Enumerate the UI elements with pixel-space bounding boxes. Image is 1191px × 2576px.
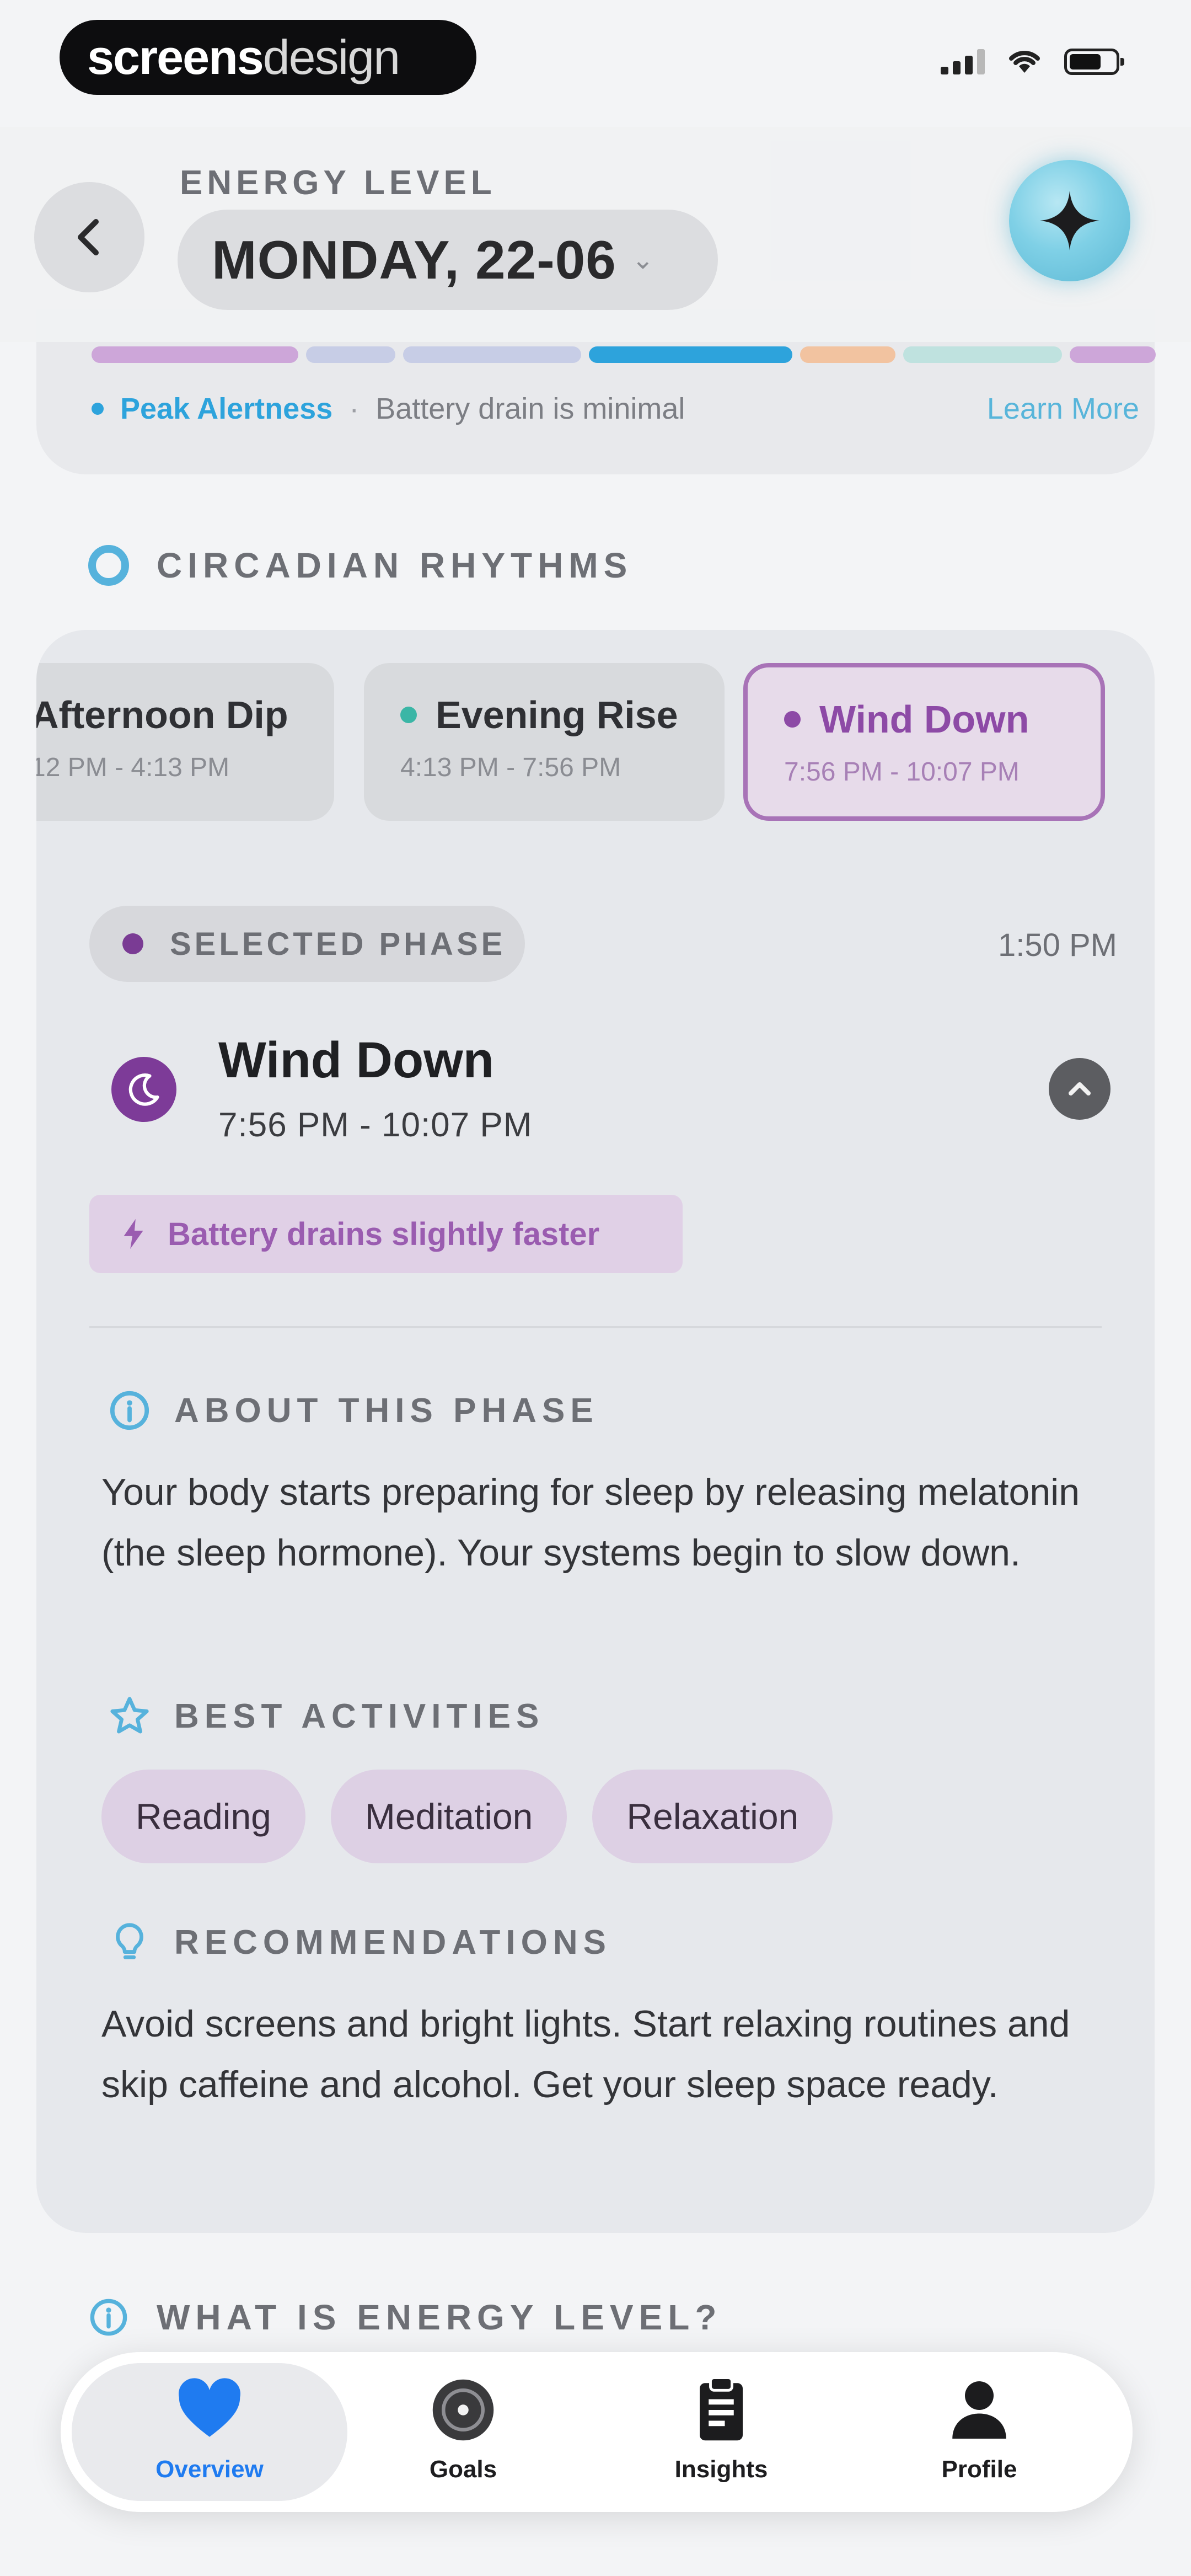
about-phase-text: Your body starts preparing for sleep by … xyxy=(101,1471,1080,1574)
phase-chip-name: Afternoon Dip xyxy=(36,693,288,736)
phase-chip-time: 7:56 PM - 10:07 PM xyxy=(784,757,1020,787)
tab-profile[interactable]: Profile xyxy=(880,2374,1079,2495)
drain-tag-text: Battery drains slightly faster xyxy=(168,1216,600,1252)
tab-insights[interactable]: Insights xyxy=(622,2374,820,2495)
badge-dot xyxy=(122,933,143,954)
energy-segment xyxy=(1070,346,1156,363)
header: ENERGY LEVEL MONDAY, 22-06 ⌄ xyxy=(0,127,1191,342)
energy-timeline-bar xyxy=(92,346,1156,363)
moon-icon xyxy=(111,1057,176,1122)
phase-carousel[interactable]: Afternoon Dip 12 PM - 4:13 PM Evening Ri… xyxy=(36,663,1155,823)
activity-tag: Reading xyxy=(101,1770,305,1863)
person-icon xyxy=(952,2381,1006,2439)
collapse-button[interactable] xyxy=(1049,1058,1110,1120)
energy-segment xyxy=(92,346,298,363)
selected-phase-name: Wind Down xyxy=(218,1032,494,1088)
circadian-section-header: CIRCADIAN RHYTHMS xyxy=(88,545,632,586)
separator: · xyxy=(349,392,360,425)
sparkle-icon xyxy=(1040,191,1099,250)
selected-phase-range: 7:56 PM - 10:07 PM xyxy=(218,1106,533,1144)
brand-bold: screens xyxy=(87,30,264,84)
circle-icon xyxy=(88,545,129,586)
phase-chip-time: 4:13 PM - 7:56 PM xyxy=(400,753,621,782)
status-dot xyxy=(92,403,104,415)
tab-label: Insights xyxy=(674,2456,768,2483)
current-time: 1:50 PM xyxy=(998,927,1117,963)
section-title: CIRCADIAN RHYTHMS xyxy=(157,546,633,585)
energy-segment xyxy=(403,346,581,363)
recommendations-label: RECOMMENDATIONS xyxy=(174,1923,611,1962)
tab-goals[interactable]: Goals xyxy=(364,2374,562,2495)
lightning-icon xyxy=(124,1218,143,1249)
battery-drain-tag: Battery drains slightly faster xyxy=(89,1195,683,1273)
battery-drain-text: Battery drain is minimal xyxy=(375,392,685,425)
activity-tag: Meditation xyxy=(330,1770,567,1863)
tab-overview[interactable]: Overview xyxy=(110,2374,309,2495)
brand-logo: screensdesign xyxy=(60,20,476,95)
bottom-edge xyxy=(0,2565,1191,2576)
energy-segment xyxy=(903,346,1063,363)
chevron-up-icon xyxy=(1069,1082,1091,1095)
best-activities-header: BEST ACTIVITIES xyxy=(108,1695,544,1738)
tab-label: Profile xyxy=(941,2456,1017,2483)
divider xyxy=(89,1326,1102,1328)
energy-segment xyxy=(588,346,792,363)
what-is-energy-header: WHAT IS ENERGY LEVEL? xyxy=(88,2297,722,2338)
status-icons xyxy=(941,49,1124,75)
page-eyebrow: ENERGY LEVEL xyxy=(180,164,496,202)
selected-phase-badge: SELECTED PHASE xyxy=(89,906,525,982)
app-screen: screensdesign ENERGY LEVEL MONDAY, 22-06… xyxy=(0,0,1191,2576)
recommendations-header: RECOMMENDATIONS xyxy=(108,1921,611,1964)
heart-icon xyxy=(178,2378,241,2437)
phase-chip-time: 12 PM - 4:13 PM xyxy=(36,753,230,782)
target-icon xyxy=(432,2379,494,2441)
phase-chip-evening-rise[interactable]: Evening Rise 4:13 PM - 7:56 PM xyxy=(364,663,725,821)
recommendations-text: Avoid screens and bright lights. Start r… xyxy=(101,2003,1070,2105)
brand-light: design xyxy=(262,30,400,84)
peak-alertness-label: Peak Alertness xyxy=(120,392,333,425)
date-label: MONDAY, 22-06 xyxy=(212,229,616,290)
about-phase-label: ABOUT THIS PHASE xyxy=(174,1391,599,1430)
phase-chip-name: Wind Down xyxy=(819,698,1029,741)
circadian-card: Afternoon Dip 12 PM - 4:13 PM Evening Ri… xyxy=(36,630,1155,2233)
cellular-signal-icon xyxy=(941,49,985,74)
wifi-icon xyxy=(1009,51,1040,73)
phase-chip-afternoon-dip[interactable]: Afternoon Dip 12 PM - 4:13 PM xyxy=(36,663,334,821)
bottom-tab-bar: Overview Goals Insights Profile xyxy=(61,2352,1133,2512)
star-icon xyxy=(110,1697,149,1734)
phase-chip-wind-down[interactable]: Wind Down 7:56 PM - 10:07 PM xyxy=(743,663,1105,821)
activity-tags: Reading Meditation Relaxation xyxy=(101,1770,833,1863)
phase-chip-name: Evening Rise xyxy=(436,693,678,736)
phase-dot xyxy=(784,711,801,728)
learn-more-link[interactable]: Learn More xyxy=(987,392,1139,426)
chevron-down-icon: ⌄ xyxy=(631,245,654,275)
status-bar: screensdesign xyxy=(0,0,1191,127)
best-activities-label: BEST ACTIVITIES xyxy=(174,1697,545,1735)
energy-status-row: Peak Alertness · Battery drain is minima… xyxy=(92,392,1139,426)
selected-phase-label: SELECTED PHASE xyxy=(170,926,506,962)
info-icon xyxy=(110,1391,149,1430)
back-button[interactable] xyxy=(34,182,144,292)
section-title: WHAT IS ENERGY LEVEL? xyxy=(157,2297,722,2337)
tab-label: Overview xyxy=(155,2456,264,2483)
info-icon xyxy=(90,2299,127,2336)
lightbulb-icon xyxy=(116,1923,143,1959)
about-phase-header: ABOUT THIS PHASE xyxy=(108,1389,599,1432)
energy-segment xyxy=(800,346,895,363)
activity-tag: Relaxation xyxy=(592,1770,833,1863)
energy-segment xyxy=(305,346,395,363)
date-selector[interactable]: MONDAY, 22-06 ⌄ xyxy=(178,210,718,310)
tab-label: Goals xyxy=(429,2456,497,2483)
ai-assistant-button[interactable] xyxy=(1009,160,1130,281)
chevron-left-icon xyxy=(78,219,99,255)
phase-dot xyxy=(400,707,417,723)
clipboard-icon xyxy=(700,2376,743,2441)
battery-icon xyxy=(1064,49,1124,75)
